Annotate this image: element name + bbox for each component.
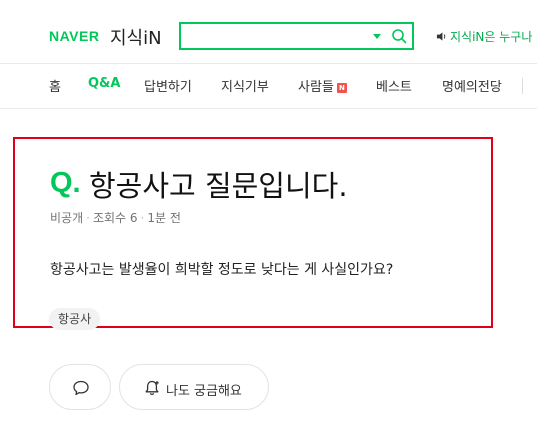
question-mark: Q. xyxy=(50,167,81,199)
search-input[interactable] xyxy=(187,26,367,46)
nav-item-people[interactable]: 사람들 N xyxy=(298,76,347,95)
question-author: 비공개 xyxy=(50,211,84,225)
nav-item-answer[interactable]: 답변하기 xyxy=(144,76,192,95)
new-badge: N xyxy=(336,83,347,93)
speaker-icon xyxy=(436,32,446,41)
notice-text: 지식iN은 누구나 xyxy=(450,30,533,44)
question-title: 항공사고 질문입니다. xyxy=(89,169,348,203)
nav-item-home[interactable]: 홈 xyxy=(49,76,61,95)
comment-icon xyxy=(73,380,89,396)
notice-banner[interactable]: 지식iN은 누구나 xyxy=(436,28,532,45)
comment-button[interactable] xyxy=(49,364,111,410)
question-time: 1분 전 xyxy=(147,211,181,225)
curious-button[interactable]: 나도 궁금해요 xyxy=(119,364,269,410)
nav-item-hall-of-fame[interactable]: 명예의전당 xyxy=(442,76,502,95)
question-views: 조회수 6 xyxy=(92,211,138,225)
header: NAVER 지식iN 지식iN은 누구나 xyxy=(0,0,537,66)
service-name[interactable]: 지식iN xyxy=(110,24,162,50)
nav-item-qna[interactable]: Q&A xyxy=(88,76,120,91)
question-body: 항공사고는 발생율이 희박할 정도로 낮다는 게 사실인가요? xyxy=(50,262,394,278)
question-card: Q. 항공사고 질문입니다. 비공개 · 조회수 6 · 1분 전 항공사고는 발생율이… xyxy=(13,137,493,330)
search-icon[interactable] xyxy=(391,28,407,44)
nav-item-best[interactable]: 베스트 xyxy=(376,76,412,95)
chevron-down-icon[interactable] xyxy=(373,34,381,39)
nav-item-people-label: 사람들 xyxy=(298,80,334,95)
naver-logo[interactable]: NAVER xyxy=(49,28,99,44)
question-meta: 비공개 · 조회수 6 · 1분 전 xyxy=(50,211,181,225)
nav-item-donation[interactable]: 지식기부 xyxy=(221,76,269,95)
bell-icon xyxy=(145,380,159,396)
nav-divider xyxy=(522,78,523,94)
tag-chip[interactable]: 항공사 xyxy=(49,308,101,330)
main-nav: 홈 Q&A 답변하기 지식기부 사람들 N 베스트 명예의전당 xyxy=(0,63,537,109)
search-box xyxy=(179,22,414,50)
curious-label: 나도 궁금해요 xyxy=(166,384,242,399)
